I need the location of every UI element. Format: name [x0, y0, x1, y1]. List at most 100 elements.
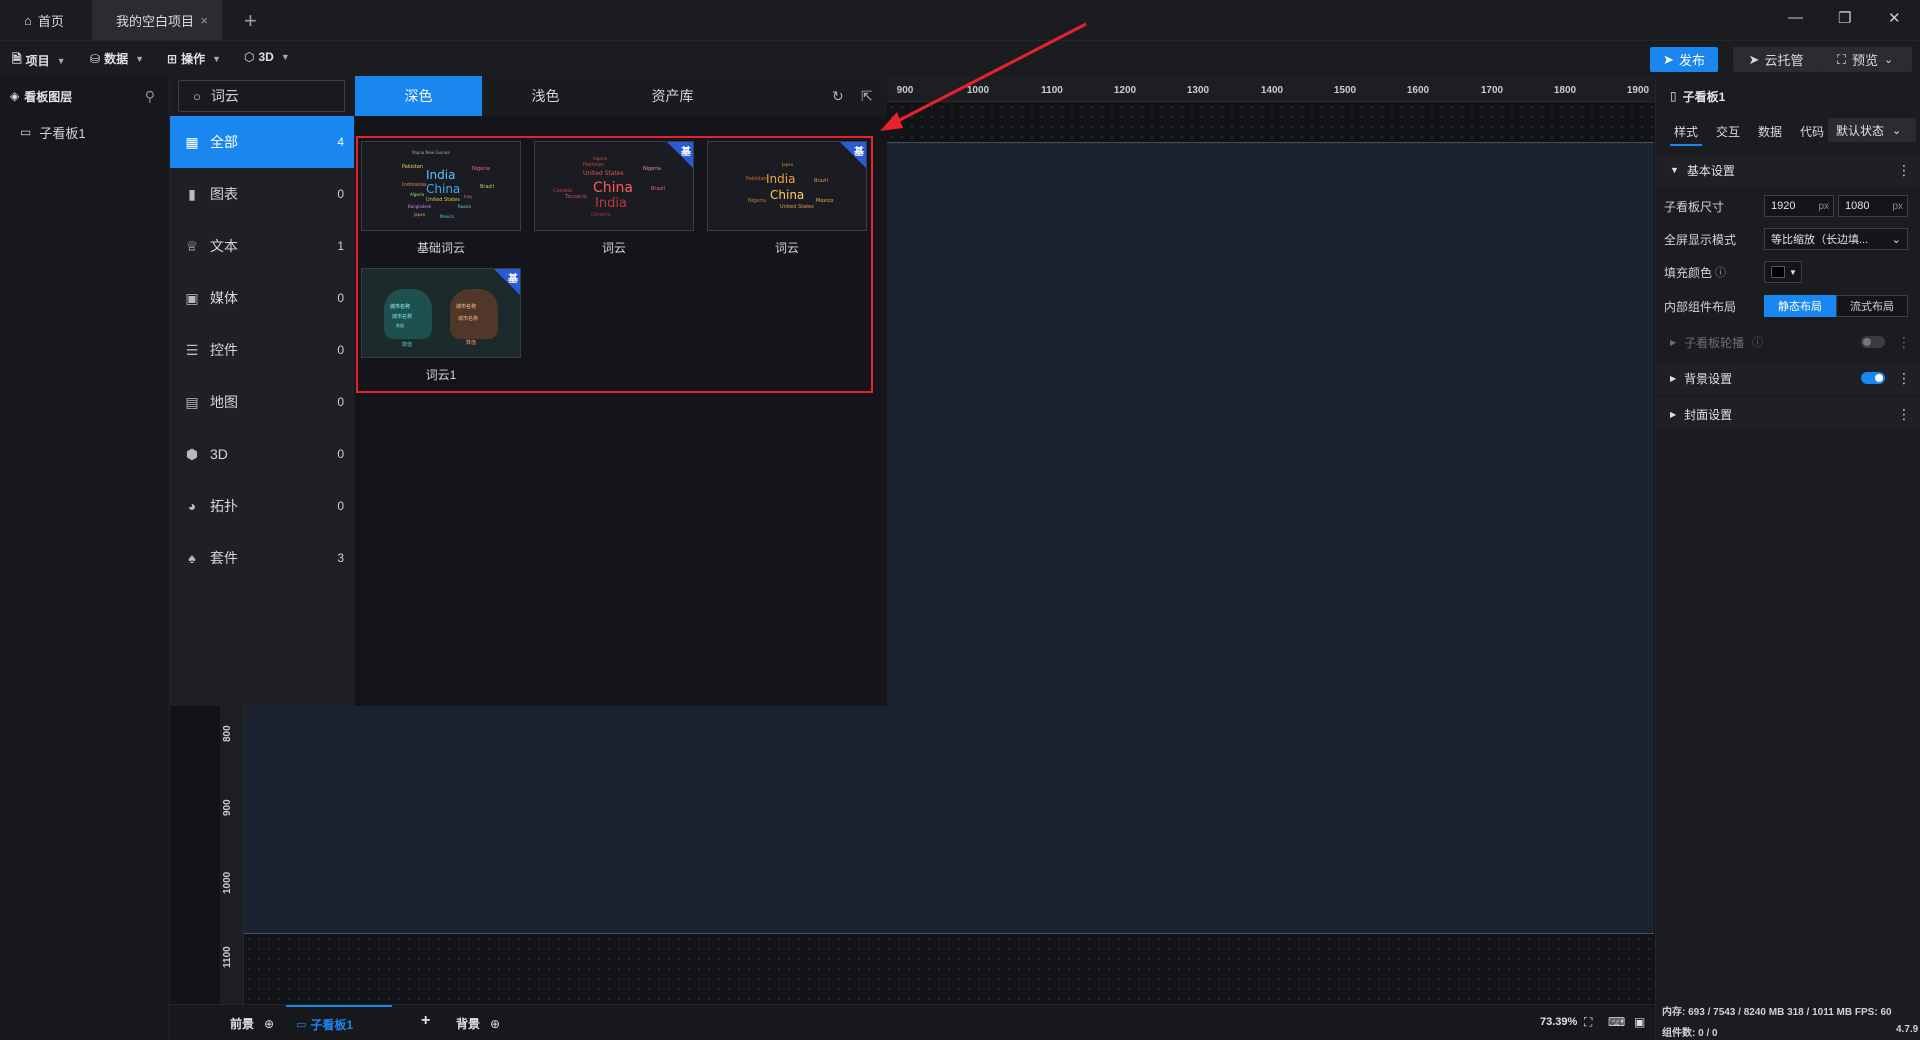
minimize-icon[interactable]: — [1788, 9, 1803, 26]
more-icon[interactable]: ⋮ [1897, 370, 1911, 387]
section-cover[interactable]: ▶ 封面设置 ⋮ [1656, 398, 1920, 430]
canvas-dot-grid [887, 102, 1655, 142]
category-map[interactable]: ▤ 地图 0 [170, 376, 354, 428]
layer-item-label: 子看板1 [39, 125, 86, 141]
refresh-icon[interactable]: ↻ [832, 88, 844, 105]
more-icon[interactable]: ⋮ [1897, 334, 1911, 351]
highlight-box [356, 136, 873, 393]
close-tab-icon[interactable]: × [200, 13, 208, 28]
publish-label: 发布 [1678, 53, 1705, 68]
tab-code[interactable]: 代码 [1800, 116, 1824, 146]
tab-asset-library[interactable]: 资产库 [609, 76, 736, 116]
monitor-icon: ▭ [296, 1018, 307, 1031]
flow-layout-button[interactable]: 流式布局 [1836, 295, 1908, 317]
ruler-top: 900 1000 1100 1200 1300 1400 1500 1600 1… [887, 76, 1655, 102]
terminal-icon[interactable]: ▣ [1634, 1015, 1645, 1029]
publish-button[interactable]: ➤ 发布 [1650, 47, 1718, 72]
fill-color-picker[interactable]: ▼ [1764, 261, 1802, 283]
color-swatch [1771, 266, 1785, 278]
add-tab-icon[interactable]: + [244, 8, 257, 34]
preview-button[interactable]: ⛶ 预览 ⌄ [1818, 47, 1912, 72]
toggle-knob [1863, 338, 1871, 346]
tab-project[interactable]: 我的空白项目 × [92, 0, 222, 40]
add-circle-icon[interactable]: ⊕ [490, 1017, 500, 1031]
menu-operation[interactable]: ⊞ 操作 ▼ [167, 50, 221, 67]
chevron-down-icon: ▼ [280, 52, 290, 62]
background-toggle[interactable] [1861, 372, 1885, 384]
category-topology[interactable]: ◕ 拓扑 0 [170, 480, 354, 532]
tab-light[interactable]: 浅色 [482, 76, 609, 116]
menu-data[interactable]: ⛁ 数据 ▼ [90, 50, 144, 67]
section-basic[interactable]: ▼ 基本设置 ⋮ [1656, 154, 1920, 186]
tab-home[interactable]: ⌂ 首页 [0, 0, 92, 40]
fit-screen-icon[interactable]: ⛶ [1584, 1015, 1592, 1030]
props-header: ▯ 子看板1 [1656, 76, 1920, 116]
ruler-tick: 900 [896, 85, 914, 96]
add-board-icon[interactable]: + [421, 1012, 430, 1030]
export-icon[interactable]: ⇱ [861, 88, 873, 105]
category-chart[interactable]: ▮ 图表 0 [170, 168, 354, 220]
property-panel: ▯ 子看板1 样式 交互 数据 代码 默认状态 ⌄ ▼ 基本设置 ⋮ 子看板尺寸… [1655, 76, 1920, 1040]
tab-data[interactable]: 数据 [1758, 116, 1782, 146]
section-carousel[interactable]: ▶ 子看板轮播 ⓘ ⋮ [1656, 326, 1920, 358]
width-input[interactable]: 1920 px [1764, 195, 1834, 217]
ruler-tick: 1400 [1260, 85, 1284, 96]
state-select[interactable]: 默认状态 ⌄ [1828, 118, 1916, 142]
fullscreen-value: 等比缩放（长边填... [1771, 234, 1869, 246]
menu-project[interactable]: 🗎 项目 ▼ [12, 50, 66, 71]
category-label: 控件 [210, 342, 238, 358]
keyboard-icon[interactable]: ⌨ [1608, 1015, 1625, 1029]
category-kit[interactable]: ♠ 套件 3 [170, 532, 354, 584]
cloud-hosting-button[interactable]: ➤ 云托管 [1733, 47, 1819, 72]
layers-title: 看板图层 [24, 89, 73, 104]
category-media[interactable]: ▣ 媒体 0 [170, 272, 354, 324]
close-window-icon[interactable]: ✕ [1888, 9, 1901, 27]
unit-label: px [1818, 200, 1829, 212]
search-input[interactable]: ○ 词云 [178, 80, 345, 112]
section-cover-label: 封面设置 [1684, 407, 1733, 422]
section-background[interactable]: ▶ 背景设置 ⋮ [1656, 362, 1920, 394]
category-count: 1 [337, 239, 344, 253]
background-tab[interactable]: 背景 ⊕ [456, 1015, 500, 1032]
category-label: 套件 [210, 550, 238, 566]
category-3d[interactable]: ⬢ 3D 0 [170, 428, 354, 480]
fullscreen-select[interactable]: 等比缩放（长边填... ⌄ [1764, 228, 1908, 250]
foreground-tab[interactable]: 前景 ⊕ [230, 1015, 274, 1032]
category-text[interactable]: ♕ 文本 1 [170, 220, 354, 272]
caret-down-icon: ▼ [1789, 267, 1797, 277]
canvas-dot-grid [244, 934, 1654, 1004]
board-tab[interactable]: ▭ 子看板1 [286, 1005, 392, 1040]
tab-interaction[interactable]: 交互 [1716, 116, 1740, 146]
layers-header: ◈ 看板图层 ⚲ [0, 76, 169, 116]
chevron-down-icon: ▼ [135, 53, 144, 64]
filter-icon[interactable]: ⚲ [145, 88, 155, 105]
home-icon: ⌂ [24, 12, 32, 28]
board-tab-label: 子看板1 [310, 1017, 354, 1032]
tab-style[interactable]: 样式 [1669, 116, 1703, 146]
category-control[interactable]: ☰ 控件 0 [170, 324, 354, 376]
restore-icon[interactable]: ❐ [1838, 9, 1851, 27]
more-icon[interactable]: ⋮ [1897, 162, 1911, 179]
more-icon[interactable]: ⋮ [1897, 406, 1911, 423]
add-circle-icon[interactable]: ⊕ [264, 1017, 274, 1031]
carousel-toggle[interactable] [1861, 336, 1885, 348]
category-all[interactable]: ▦ 全部 4 [170, 116, 354, 168]
layer-item-board[interactable]: ▭ 子看板1 [0, 116, 169, 148]
category-label: 媒体 [210, 290, 238, 306]
file-icon: 🗎 [12, 52, 22, 66]
section-basic-label: 基本设置 [1686, 163, 1735, 178]
cube-icon: ⬡ [244, 50, 255, 64]
height-input[interactable]: 1080 px [1838, 195, 1908, 217]
tab-dark[interactable]: 深色 [355, 76, 482, 116]
ruler-tick: 1000 [966, 85, 990, 96]
category-label: 图表 [210, 186, 238, 202]
unit-label: px [1892, 200, 1903, 212]
caret-right-icon: ▶ [1670, 409, 1677, 419]
chevron-down-icon: ⌄ [1892, 124, 1902, 137]
bar-chart-icon: ▮ [188, 185, 196, 202]
grid-icon: ⊞ [167, 51, 178, 66]
zoom-level[interactable]: 73.39% [1540, 1016, 1577, 1028]
menu-3d[interactable]: ⬡ 3D ▼ [244, 50, 290, 64]
static-layout-button[interactable]: 静态布局 [1764, 295, 1836, 317]
section-background-label: 背景设置 [1684, 371, 1733, 386]
